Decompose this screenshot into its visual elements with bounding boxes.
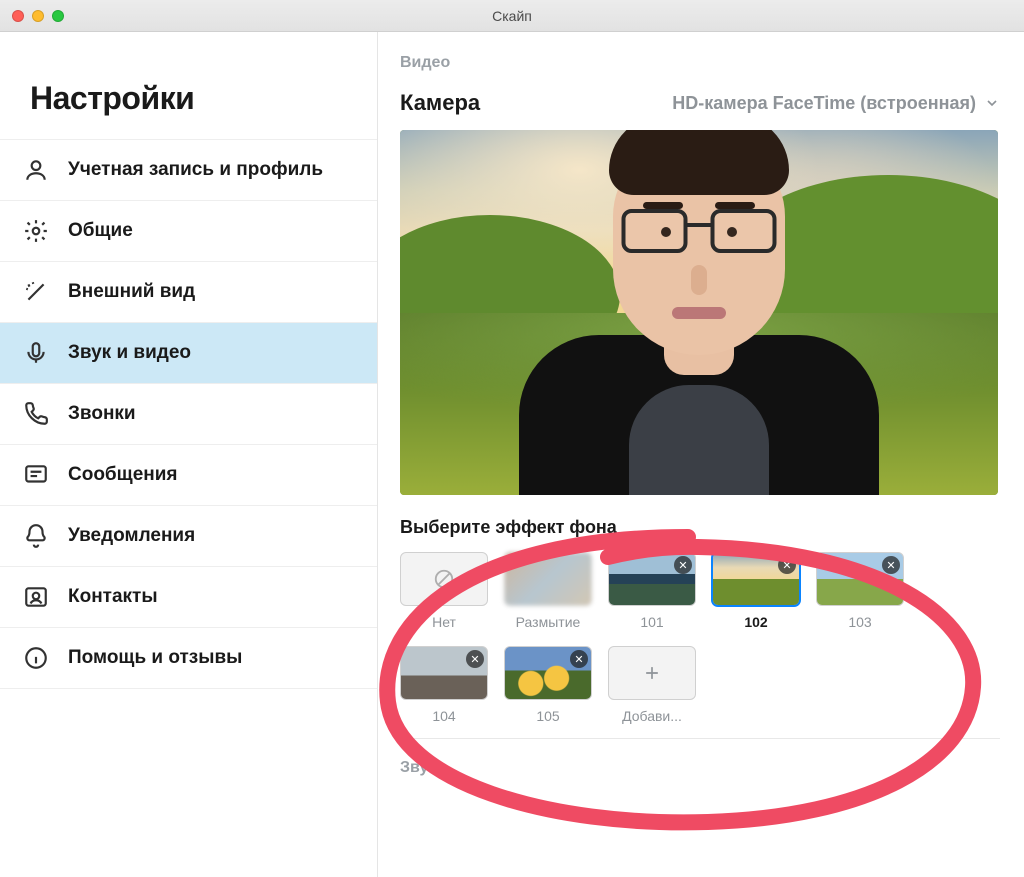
sidebar-item-label: Сообщения	[68, 463, 178, 487]
bg-option-blur[interactable]	[504, 552, 592, 606]
bg-option-add[interactable]	[608, 646, 696, 700]
info-icon	[22, 644, 50, 672]
window-title: Скайп	[0, 8, 1024, 24]
background-effect-heading: Выберите эффект фона	[400, 517, 1000, 538]
audio-section-label: Звук	[400, 759, 1000, 777]
minimize-window-button[interactable]	[32, 10, 44, 22]
remove-bg-icon[interactable]: ✕	[466, 650, 484, 668]
wand-icon	[22, 278, 50, 306]
remove-bg-icon[interactable]: ✕	[778, 556, 796, 574]
sidebar-item-label: Контакты	[68, 585, 158, 609]
bg-option-103[interactable]: ✕	[816, 552, 904, 606]
sidebar-item-label: Звук и видео	[68, 341, 191, 365]
sidebar-item-audio-video[interactable]: Звук и видео	[0, 323, 377, 384]
sidebar-item-help[interactable]: Помощь и отзывы	[0, 628, 377, 689]
bg-option-label: Добави...	[622, 708, 682, 724]
sidebar-item-account[interactable]: Учетная запись и профиль	[0, 139, 377, 201]
sidebar-item-messages[interactable]: Сообщения	[0, 445, 377, 506]
camera-dropdown-value: HD-камера FaceTime (встроенная)	[672, 93, 976, 114]
camera-dropdown[interactable]: HD-камера FaceTime (встроенная)	[672, 93, 1000, 114]
bg-option-label: Размытие	[516, 614, 581, 630]
gear-icon	[22, 217, 50, 245]
bg-option-label: 101	[640, 614, 663, 630]
plus-icon	[642, 663, 662, 683]
camera-heading: Камера	[400, 90, 480, 116]
sidebar-item-label: Помощь и отзывы	[68, 646, 242, 670]
window-controls	[12, 10, 64, 22]
settings-sidebar: Настройки Учетная запись и профиль Общие…	[0, 32, 378, 877]
profile-icon	[22, 156, 50, 184]
sidebar-item-notifications[interactable]: Уведомления	[0, 506, 377, 567]
bg-option-label: 102	[744, 614, 767, 630]
bg-option-label: 105	[536, 708, 559, 724]
chat-icon	[22, 461, 50, 489]
background-effect-grid: Нет Размытие ✕ 101 ✕ 102	[400, 552, 1000, 739]
sidebar-item-label: Звонки	[68, 402, 136, 426]
sidebar-item-contacts[interactable]: Контакты	[0, 567, 377, 628]
sidebar-item-appearance[interactable]: Внешний вид	[0, 262, 377, 323]
sidebar-item-label: Внешний вид	[68, 280, 195, 304]
bg-option-102[interactable]: ✕	[712, 552, 800, 606]
window-titlebar: Скайп	[0, 0, 1024, 32]
chevron-down-icon	[984, 95, 1000, 111]
bg-option-label: Нет	[432, 614, 456, 630]
settings-main: Видео Камера HD-камера FaceTime (встроен…	[378, 32, 1024, 877]
maximize-window-button[interactable]	[52, 10, 64, 22]
sidebar-item-label: Уведомления	[68, 524, 195, 548]
video-section-label: Видео	[400, 54, 1000, 72]
sidebar-title: Настройки	[0, 32, 377, 139]
camera-preview-person	[514, 155, 884, 495]
sidebar-item-general[interactable]: Общие	[0, 201, 377, 262]
bg-option-none[interactable]	[400, 552, 488, 606]
bg-option-101[interactable]: ✕	[608, 552, 696, 606]
phone-icon	[22, 400, 50, 428]
remove-bg-icon[interactable]: ✕	[882, 556, 900, 574]
bg-option-104[interactable]: ✕	[400, 646, 488, 700]
remove-bg-icon[interactable]: ✕	[570, 650, 588, 668]
bg-option-105[interactable]: ✕	[504, 646, 592, 700]
remove-bg-icon[interactable]: ✕	[674, 556, 692, 574]
sidebar-item-label: Общие	[68, 219, 133, 243]
close-window-button[interactable]	[12, 10, 24, 22]
contact-icon	[22, 583, 50, 611]
bg-option-label: 104	[432, 708, 455, 724]
sidebar-item-label: Учетная запись и профиль	[68, 158, 323, 182]
bg-option-label: 103	[848, 614, 871, 630]
bell-icon	[22, 522, 50, 550]
sidebar-item-calls[interactable]: Звонки	[0, 384, 377, 445]
mic-icon	[22, 339, 50, 367]
camera-preview	[400, 130, 998, 495]
